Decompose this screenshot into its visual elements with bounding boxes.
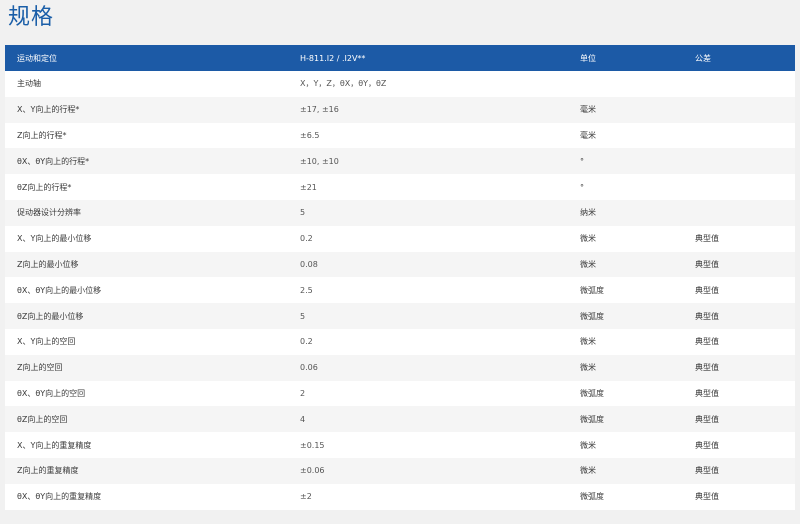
table-row: X、Y向上的重复精度 ±0.15 微米 典型值 — [5, 432, 795, 458]
cell-parameter: X、Y向上的最小位移 — [17, 234, 92, 244]
cell-tolerance — [682, 71, 795, 97]
cell-unit: ° — [580, 182, 584, 192]
cell-unit: 纳米 — [580, 208, 596, 218]
cell-value: 5 — [300, 208, 306, 218]
header-model: H-811.I2 / .I2V** — [300, 53, 366, 63]
page-title: 规格 — [8, 5, 55, 30]
cell-tolerance — [682, 200, 795, 226]
cell-unit: 微米 — [580, 337, 596, 347]
cell-value: ±17, ±16 — [300, 105, 339, 115]
cell-parameter: Z向上的重复精度 — [17, 466, 79, 476]
cell-parameter: X、Y向上的重复精度 — [17, 440, 92, 450]
cell-unit: 微弧度 — [580, 414, 604, 424]
spec-table: 运动和定位 H-811.I2 / .I2V** 单位 公差 主动轴 X，Y，Z，θ… — [5, 45, 795, 510]
cell-tolerance: 典型值 — [695, 311, 719, 321]
cell-value: 0.2 — [300, 234, 313, 244]
cell-tolerance — [682, 123, 795, 149]
cell-parameter: Z向上的最小位移 — [17, 259, 79, 269]
cell-value: 2.5 — [300, 285, 313, 295]
cell-value: 0.06 — [300, 363, 318, 373]
cell-value: 4 — [300, 414, 306, 424]
table-row: X、Y向上的最小位移 0.2 微米 典型值 — [5, 225, 795, 252]
cell-unit: 微米 — [580, 259, 596, 269]
cell-parameter: X、Y向上的空回 — [17, 337, 76, 347]
header-row: 运动和定位 H-811.I2 / .I2V** 单位 公差 — [5, 45, 795, 71]
cell-tolerance — [682, 148, 795, 174]
cell-value: ±0.15 — [300, 440, 325, 450]
spec-table-body: 主动轴 X，Y，Z，θX，θY，θZ X、Y向上的行程* ±17, ±16 毫米 Z向上的… — [5, 71, 795, 510]
cell-tolerance: 典型值 — [695, 414, 719, 424]
cell-value: 0.2 — [300, 337, 313, 347]
cell-value: ±21 — [300, 182, 317, 192]
cell-parameter: Z向上的空回 — [17, 363, 63, 373]
cell-unit: 毫米 — [580, 130, 596, 140]
cell-unit: 微米 — [580, 363, 596, 373]
cell-unit: 微弧度 — [580, 492, 604, 502]
cell-unit: ° — [580, 156, 584, 166]
header-tolerance: 公差 — [695, 53, 711, 63]
cell-unit — [567, 71, 682, 97]
cell-value: 0.08 — [300, 259, 318, 269]
cell-tolerance: 典型值 — [695, 440, 719, 450]
table-row: 促动器设计分辨率 5 纳米 — [5, 199, 795, 226]
table-row: θZ向上的空回 4 微弧度 典型值 — [5, 406, 795, 433]
table-row: θX、θY向上的最小位移 2.5 微弧度 典型值 — [5, 277, 795, 304]
header-unit: 单位 — [580, 53, 596, 63]
cell-tolerance: 典型值 — [695, 259, 719, 269]
table-row: X、Y向上的空回 0.2 微米 典型值 — [5, 328, 795, 355]
cell-parameter: θZ向上的空回 — [17, 414, 68, 424]
cell-unit: 微弧度 — [580, 388, 604, 398]
cell-unit: 微米 — [580, 440, 596, 450]
cell-value: X，Y，Z，θX，θY，θZ — [300, 79, 387, 89]
cell-value: ±2 — [300, 492, 312, 502]
cell-unit: 微弧度 — [580, 285, 604, 295]
cell-parameter: θZ向上的行程* — [17, 182, 72, 192]
cell-parameter: θX、θY向上的重复精度 — [17, 492, 102, 502]
table-row: X、Y向上的行程* ±17, ±16 毫米 — [5, 96, 795, 123]
table-row: Z向上的重复精度 ±0.06 微米 典型值 — [5, 457, 795, 484]
header-parameter: 运动和定位 — [17, 53, 57, 63]
cell-unit: 微米 — [580, 466, 596, 476]
cell-parameter: θX、θY向上的行程* — [17, 156, 90, 166]
cell-tolerance — [682, 174, 795, 200]
cell-parameter: θZ向上的最小位移 — [17, 311, 84, 321]
cell-value: ±0.06 — [300, 466, 325, 476]
cell-value: 5 — [300, 311, 306, 321]
cell-parameter: 主动轴 — [17, 79, 41, 89]
cell-parameter: θX、θY向上的最小位移 — [17, 285, 102, 295]
cell-tolerance: 典型值 — [695, 388, 719, 398]
table-row: 主动轴 X，Y，Z，θX，θY，θZ — [5, 71, 795, 97]
cell-value: ±10, ±10 — [300, 156, 339, 166]
table-row: θX、θY向上的重复精度 ±2 微弧度 典型值 — [5, 483, 795, 510]
cell-tolerance: 典型值 — [695, 466, 719, 476]
cell-parameter: X、Y向上的行程* — [17, 105, 80, 115]
cell-tolerance — [682, 97, 795, 123]
cell-parameter: 促动器设计分辨率 — [17, 208, 81, 218]
table-row: θX、θY向上的空回 2 微弧度 典型值 — [5, 380, 795, 407]
cell-tolerance: 典型值 — [695, 285, 719, 295]
table-row: Z向上的行程* ±6.5 毫米 — [5, 122, 795, 149]
table-row: Z向上的空回 0.06 微米 典型值 — [5, 354, 795, 381]
cell-unit: 微米 — [580, 234, 596, 244]
cell-tolerance: 典型值 — [695, 337, 719, 347]
cell-unit: 微弧度 — [580, 311, 604, 321]
cell-unit: 毫米 — [580, 105, 596, 115]
cell-tolerance: 典型值 — [695, 492, 719, 502]
cell-parameter: Z向上的行程* — [17, 130, 67, 140]
cell-parameter: θX、θY向上的空回 — [17, 388, 86, 398]
table-row: θX、θY向上的行程* ±10, ±10 ° — [5, 148, 795, 175]
table-row: θZ向上的行程* ±21 ° — [5, 174, 795, 200]
cell-tolerance: 典型值 — [695, 363, 719, 373]
cell-value: ±6.5 — [300, 130, 320, 140]
cell-value: 2 — [300, 388, 306, 398]
table-row: Z向上的最小位移 0.08 微米 典型值 — [5, 251, 795, 278]
spec-table-header: 运动和定位 H-811.I2 / .I2V** 单位 公差 — [5, 45, 795, 71]
table-row: θZ向上的最小位移 5 微弧度 典型值 — [5, 303, 795, 329]
cell-tolerance: 典型值 — [695, 234, 719, 244]
